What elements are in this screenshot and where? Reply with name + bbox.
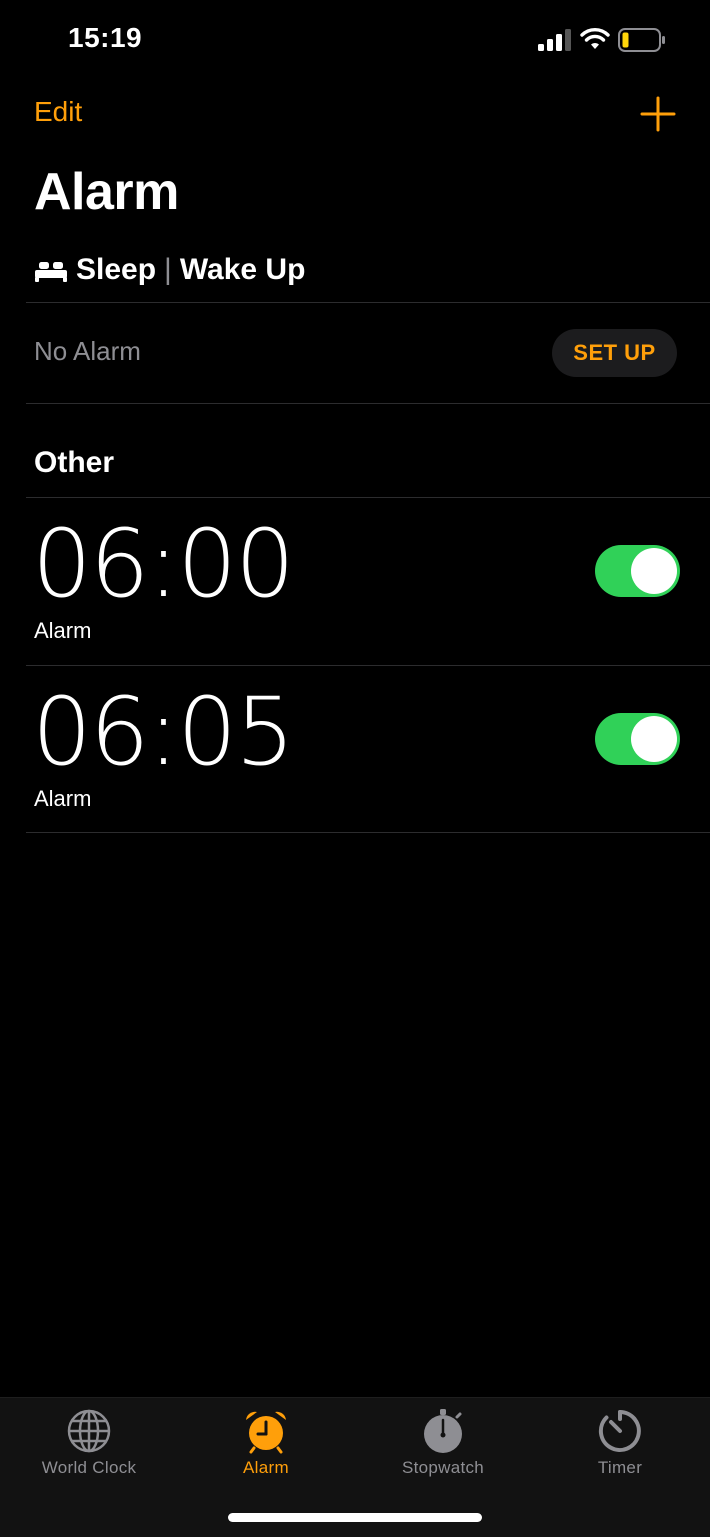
page-title: Alarm (34, 163, 179, 221)
sleep-separator: | (164, 253, 172, 286)
sleep-wake-header: Sleep | Wake Up (34, 250, 305, 290)
globe-icon (67, 1409, 111, 1453)
bed-icon (35, 262, 67, 282)
wake-up-label: Wake Up (179, 253, 306, 286)
alarm-clock-icon (246, 1411, 286, 1454)
tab-stopwatch[interactable]: Stopwatch (354, 1398, 532, 1488)
tab-label: Alarm (243, 1458, 289, 1477)
alarm-time: 06:05 (32, 678, 295, 787)
alarm-toggle[interactable] (595, 713, 680, 765)
tab-timer[interactable]: Timer (531, 1398, 709, 1488)
sleep-alarm-status: No Alarm (34, 336, 141, 366)
alarm-label: Alarm (34, 786, 92, 811)
section-heading-other: Other (34, 446, 115, 479)
status-bar: 15:19 (0, 0, 710, 80)
alarm-row[interactable]: 06:00 Alarm (0, 498, 710, 666)
setup-button[interactable]: SET UP (552, 329, 677, 377)
sleep-label: Sleep (76, 253, 157, 286)
alarm-time: 06:00 (32, 510, 295, 619)
wifi-icon (580, 28, 610, 49)
divider (26, 302, 710, 303)
toggle-knob (631, 548, 677, 594)
stopwatch-icon (424, 1409, 462, 1453)
alarm-label: Alarm (34, 618, 92, 643)
tab-world-clock[interactable]: World Clock (0, 1398, 178, 1488)
timer-icon (598, 1410, 641, 1452)
battery-low-icon (618, 28, 665, 52)
tab-alarm[interactable]: Alarm (177, 1398, 355, 1488)
toggle-knob (631, 716, 677, 762)
home-indicator[interactable] (228, 1513, 482, 1522)
tab-label: World Clock (41, 1458, 137, 1477)
status-time: 15:19 (68, 22, 143, 53)
plus-icon[interactable] (640, 96, 676, 132)
divider (26, 832, 710, 833)
signal-bars-icon (538, 29, 571, 51)
edit-button[interactable]: Edit (34, 96, 82, 128)
alarm-toggle[interactable] (595, 545, 680, 597)
tab-label: Timer (597, 1458, 643, 1477)
alarm-row[interactable]: 06:05 Alarm (0, 666, 710, 834)
divider (26, 403, 710, 404)
tab-label: Stopwatch (401, 1458, 485, 1477)
